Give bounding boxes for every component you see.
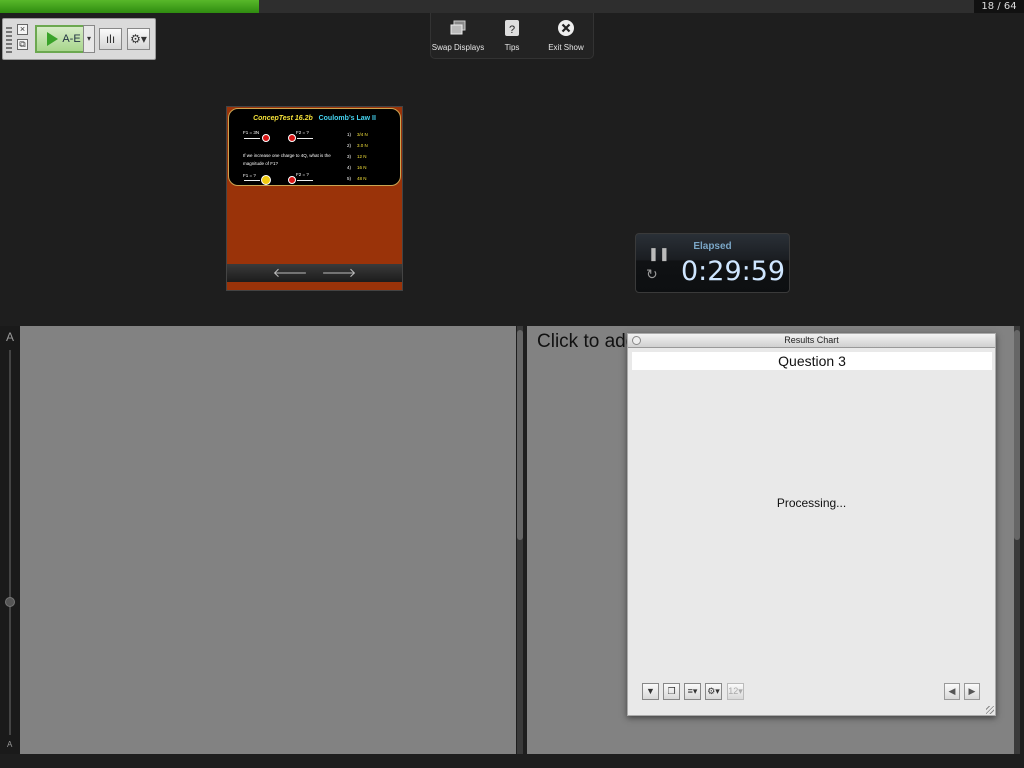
left-panel-scrollbar[interactable] <box>517 326 523 754</box>
slide-progress-bar <box>0 0 974 13</box>
presenter-top-menu: Swap Displays ? Tips Exit Show <box>430 13 594 59</box>
slide-answer-item: 1) 3/4 N <box>347 129 368 140</box>
force-label: F2 = ? <box>296 172 309 177</box>
force-arrow <box>297 180 313 181</box>
slide-progress-fill <box>0 0 260 13</box>
window-icon: ❐ <box>667 686 676 696</box>
bar-chart-icon: ılı <box>105 32 116 46</box>
chevron-right-icon: ▶ <box>968 686 976 696</box>
results-chart-titlebar[interactable]: Results Chart <box>628 334 995 348</box>
play-icon <box>47 32 59 46</box>
scrollbar-thumb[interactable] <box>517 330 523 540</box>
exit-show-label: Exit Show <box>548 43 584 52</box>
tips-button[interactable]: ? Tips <box>485 13 539 58</box>
svg-text:?: ? <box>509 24 515 36</box>
slide-question: If we increase one charge to 4Q, what is… <box>243 153 331 166</box>
arrow-right-icon[interactable]: 🡒 <box>322 265 357 281</box>
slide-navigation: 🡐 🡒 <box>227 264 402 282</box>
elapsed-timer: Elapsed ❚❚ ↻ 0:29:59 <box>635 233 790 293</box>
font-small-label: A <box>7 740 13 749</box>
swap-displays-icon <box>449 19 467 37</box>
list-icon: ≡▾ <box>687 686 698 696</box>
slide-title-concept: ConcepTest 16.2b <box>253 115 313 122</box>
arrow-left-icon[interactable]: 🡐 <box>273 265 308 281</box>
previous-question-button[interactable]: ◀ <box>944 683 960 700</box>
slide-answer-list: 1) 3/4 N 2) 3.0 N 3) 12 N 4) 16 N 5) 48 N <box>347 129 368 184</box>
answer-value: 48 N <box>357 176 367 181</box>
force-label: F2 = ? <box>296 130 309 135</box>
polling-toolbar[interactable]: × ⧉ A-E ▾ ılı ⚙▾ <box>2 18 156 60</box>
slide-thumbnail[interactable]: ConcepTest 16.2b Coulomb’s Law II F1 = 3… <box>226 106 403 291</box>
force-arrow <box>244 138 260 139</box>
slide-answer-item: 3) 12 N <box>347 151 368 162</box>
slide-answer-item: 4) 16 N <box>347 162 368 173</box>
show-chart-button[interactable]: ılı <box>99 28 122 50</box>
swap-displays-label: Swap Displays <box>431 43 485 52</box>
number-format-button[interactable]: 12▾ <box>727 683 744 700</box>
window-button[interactable]: ❐ <box>663 683 680 700</box>
gear-icon: ⚙▾ <box>130 32 147 46</box>
exit-show-button[interactable]: Exit Show <box>539 13 593 58</box>
number-icon: 12▾ <box>728 686 743 696</box>
font-large-label: A <box>6 330 15 344</box>
force-arrow <box>297 138 313 139</box>
charge-q <box>288 176 296 184</box>
slide-counter: 18 / 64 <box>974 0 1024 13</box>
answer-value: 3.0 N <box>357 143 368 148</box>
font-size-slider-handle[interactable] <box>5 597 15 607</box>
answer-number: 5) <box>347 176 352 181</box>
notes-panel-left[interactable] <box>20 326 516 754</box>
question-title: Question 3 <box>632 352 992 370</box>
chevron-left-icon: ◀ <box>948 686 956 696</box>
slide-preview: ConcepTest 16.2b Coulomb’s Law II F1 = 3… <box>228 108 401 186</box>
force-label: F1 = ? <box>243 173 256 178</box>
answer-number: 2) <box>347 143 352 148</box>
filter-button[interactable]: ▼ <box>642 683 659 700</box>
answer-value: 3/4 N <box>357 132 368 137</box>
next-question-button[interactable]: ▶ <box>964 683 980 700</box>
tips-label: Tips <box>504 43 520 52</box>
slide-title-topic: Coulomb’s Law II <box>318 115 376 122</box>
results-chart-window: Results Chart Question 3 Processing... ▼… <box>627 333 996 716</box>
answer-number: 3) <box>347 154 352 159</box>
answer-value: 12 N <box>357 154 367 159</box>
poll-type-dropdown-button[interactable]: ▾ <box>83 25 95 53</box>
slide-answer-item: 5) 48 N <box>347 173 368 184</box>
slide-answer-item: 2) 3.0 N <box>347 140 368 151</box>
drag-handle-icon[interactable] <box>6 27 12 53</box>
help-icon: ? <box>503 19 521 37</box>
copy-icon[interactable]: ⧉ <box>17 39 28 50</box>
timer-value: 0:29:59 <box>681 256 786 287</box>
poll-type-label: A-E <box>62 33 81 45</box>
close-icon[interactable]: × <box>17 24 28 35</box>
filter-icon: ▼ <box>646 686 655 696</box>
charge-q <box>288 134 296 142</box>
slide-title: ConcepTest 16.2b Coulomb’s Law II <box>229 115 400 122</box>
answer-number: 4) <box>347 165 352 170</box>
answer-number: 1) <box>347 132 352 137</box>
exit-icon <box>557 19 575 37</box>
chart-settings-button[interactable]: ⚙▾ <box>705 683 722 700</box>
scrollbar-thumb[interactable] <box>1014 330 1020 540</box>
resize-handle[interactable] <box>986 706 994 714</box>
processing-status: Processing... <box>776 496 847 510</box>
answer-value: 16 N <box>357 165 367 170</box>
results-chart-title: Results Chart <box>784 335 839 345</box>
force-arrow <box>244 180 260 181</box>
right-panel-scrollbar[interactable] <box>1014 326 1020 754</box>
answer-list-button[interactable]: ≡▾ <box>684 683 701 700</box>
settings-menu-button[interactable]: ⚙▾ <box>127 28 150 50</box>
click-to-add-notes[interactable]: Click to add <box>537 331 636 353</box>
swap-displays-button[interactable]: Swap Displays <box>431 13 485 58</box>
charge-4q <box>261 175 271 185</box>
gear-icon: ⚙▾ <box>707 686 720 696</box>
charge-q <box>262 134 270 142</box>
reset-icon[interactable]: ↻ <box>646 266 658 283</box>
font-size-track <box>9 350 11 735</box>
presentation-screen: 18 / 64 × ⧉ A-E ▾ ılı ⚙▾ Swap Displays ? <box>0 0 1024 768</box>
pause-icon[interactable]: ❚❚ <box>648 246 670 262</box>
force-label: F1 = 3N <box>243 130 260 135</box>
